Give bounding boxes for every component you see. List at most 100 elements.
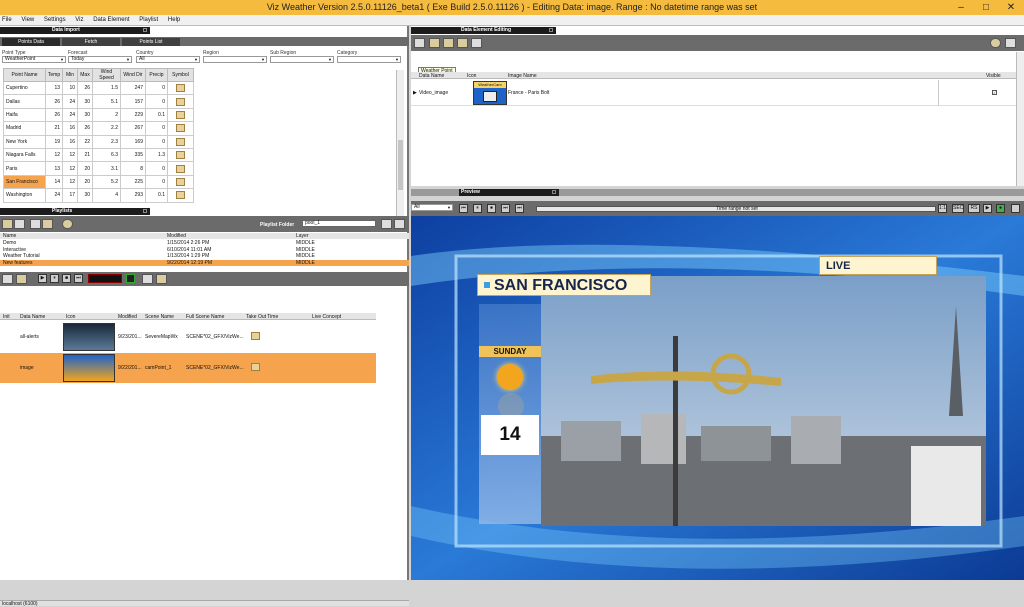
grid-icon[interactable]	[142, 274, 153, 284]
col-temp[interactable]: Temp	[45, 68, 63, 82]
delete-icon[interactable]	[14, 219, 25, 229]
col-visible[interactable]: Visible	[986, 73, 1001, 79]
pointer-icon[interactable]	[414, 38, 425, 48]
col-take-out-time[interactable]: Take Out Time	[246, 314, 278, 320]
preview-timeline[interactable]: Time range not set	[536, 206, 936, 212]
weather-point-icon[interactable]	[429, 38, 440, 48]
panel-menu-icon[interactable]	[143, 28, 147, 32]
table-row[interactable]: image 9/22/201... camPoint_1 SCENE*02_GFX/V…	[0, 353, 376, 383]
col-max[interactable]: Max	[77, 68, 93, 82]
symbol-cell[interactable]	[167, 161, 194, 176]
playlist-folder-select[interactable]: pool_1	[302, 220, 376, 227]
editing-scrollbar[interactable]	[1016, 52, 1024, 186]
preview-options-button[interactable]	[1011, 204, 1020, 213]
col-icon[interactable]: Icon	[467, 73, 476, 79]
sub-region-select[interactable]: ▼	[270, 56, 334, 63]
symbol-cell[interactable]	[167, 107, 194, 123]
ratio-button[interactable]: 1:1	[938, 204, 947, 213]
table-row[interactable]: Cupertino 13 10 26 1.5 247 0	[3, 80, 194, 96]
panel-menu-icon[interactable]	[549, 28, 553, 32]
end-button[interactable]: ⏭	[515, 204, 524, 213]
symbol-cell[interactable]	[167, 121, 194, 136]
tab-fetch[interactable]: Fetch	[62, 38, 120, 46]
list-icon[interactable]	[2, 274, 13, 284]
preview-select[interactable]: All ▼	[411, 204, 453, 211]
step-button[interactable]: ⏭	[501, 204, 510, 213]
symbol-cell[interactable]	[167, 188, 194, 203]
col-wind-dir[interactable]: Wind Dir	[120, 68, 146, 82]
col-symbol[interactable]: Symbol	[167, 68, 194, 82]
preview-play-button[interactable]: ▶	[983, 204, 992, 213]
menu-help[interactable]: Help	[166, 15, 186, 26]
category-select[interactable]: ▼	[337, 56, 401, 63]
menu-file[interactable]: File	[0, 15, 18, 26]
play-icon[interactable]: ▶	[38, 274, 47, 283]
pause-icon[interactable]: ⏸	[50, 274, 59, 283]
col-icon[interactable]: Icon	[66, 314, 75, 320]
col-min[interactable]: Min	[62, 68, 78, 82]
col-data-name[interactable]: Data Name	[20, 314, 45, 320]
table-row[interactable]: Niagara Falls 12 12 21 6.3 335 1.3	[3, 147, 194, 163]
country-select[interactable]: All ▼	[136, 56, 200, 63]
forecast-select[interactable]: Today ▼	[68, 56, 132, 63]
tab-points-list[interactable]: Points List	[122, 38, 180, 46]
menu-playlist[interactable]: Playlist	[137, 15, 164, 26]
col-wind-speed[interactable]: Wind Speed	[92, 68, 121, 82]
refresh-icon[interactable]	[62, 219, 73, 229]
rs-button[interactable]: RS	[968, 204, 980, 213]
next-icon[interactable]: ⏭	[74, 274, 83, 283]
point-type-select[interactable]: WeatherPoint ▼	[2, 56, 66, 63]
menu-view[interactable]: View	[19, 15, 40, 26]
sync-icon[interactable]	[471, 38, 482, 48]
menu-viz[interactable]: Viz	[73, 15, 89, 26]
wrench-icon[interactable]	[16, 274, 27, 284]
table-row[interactable]: Haifa 26 24 30 2 229 0.1	[3, 107, 194, 123]
close-button[interactable]: ✕	[1000, 0, 1022, 15]
table-row[interactable]: Madrid 21 16 26 2.2 267 0	[3, 121, 194, 136]
on-air-button[interactable]: ●	[996, 204, 1005, 213]
take-out-icon[interactable]	[251, 363, 260, 371]
table-row[interactable]: Dallas 26 24 30 5.1 157 0	[3, 94, 194, 109]
open-folder-icon[interactable]	[2, 219, 13, 229]
scroll-thumb[interactable]	[398, 140, 403, 190]
col-data-name[interactable]: Data Name	[419, 73, 444, 79]
table-row[interactable]: New York 19 16 22 2.3 169 0	[3, 134, 194, 149]
info-icon[interactable]	[990, 38, 1001, 48]
menu-data-element[interactable]: Data Element	[91, 15, 135, 26]
panel-menu-icon[interactable]	[552, 190, 556, 194]
symbol-cell[interactable]	[167, 80, 194, 96]
symbol-cell[interactable]	[167, 147, 194, 163]
safe-area-button[interactable]: SEC	[952, 204, 964, 213]
symbol-cell[interactable]	[167, 94, 194, 109]
copy-icon[interactable]	[30, 219, 41, 229]
col-modified[interactable]: Modified	[167, 233, 186, 239]
panel-menu-icon[interactable]	[143, 209, 147, 213]
settings-icon[interactable]	[1005, 38, 1016, 48]
maximize-button[interactable]: □	[975, 0, 997, 15]
table-row[interactable]: all-alerts 9/23/201... SevereMapWx SCENE*02…	[0, 322, 376, 352]
paste-icon[interactable]	[42, 219, 53, 229]
table-row[interactable]: Paris 13 12 20 3.1 8 0	[3, 161, 194, 176]
list-item[interactable]: Weather Tutorial 1/13/2014 1:29 PM MIDDLE	[0, 253, 409, 259]
pause-button[interactable]: ⏸	[473, 204, 482, 213]
stop-button[interactable]: ⏹	[487, 204, 496, 213]
take-out-icon[interactable]	[251, 332, 260, 340]
camera-icon[interactable]	[457, 38, 468, 48]
table-row[interactable]: Washington 24 17 30 4 293 0.1	[3, 188, 194, 203]
col-modified[interactable]: Modified	[118, 314, 137, 320]
list-item[interactable]: New features 9/22/2014 12:19 PM MIDDLE	[0, 259, 409, 266]
star-icon[interactable]	[156, 274, 167, 284]
folder-settings-icon[interactable]	[394, 219, 405, 229]
tab-points-data[interactable]: Points Data	[2, 38, 60, 46]
folder-browse-icon[interactable]	[381, 219, 392, 229]
col-precip[interactable]: Precip	[145, 68, 168, 82]
menu-settings[interactable]: Settings	[42, 15, 72, 26]
visible-checkbox[interactable]: ✓	[992, 90, 997, 95]
col-scene-name[interactable]: Scene Name	[145, 314, 174, 320]
editing-row[interactable]: ▶ Video_image WeatherCam France - Paris …	[411, 80, 1024, 106]
col-init[interactable]: Init	[3, 314, 10, 320]
col-name[interactable]: Name	[3, 233, 16, 239]
points-scrollbar[interactable]	[396, 70, 404, 230]
col-layer[interactable]: Layer	[296, 233, 309, 239]
list-item[interactable]: Interactive 6/10/2014 11:01 AM MIDDLE	[0, 247, 409, 253]
